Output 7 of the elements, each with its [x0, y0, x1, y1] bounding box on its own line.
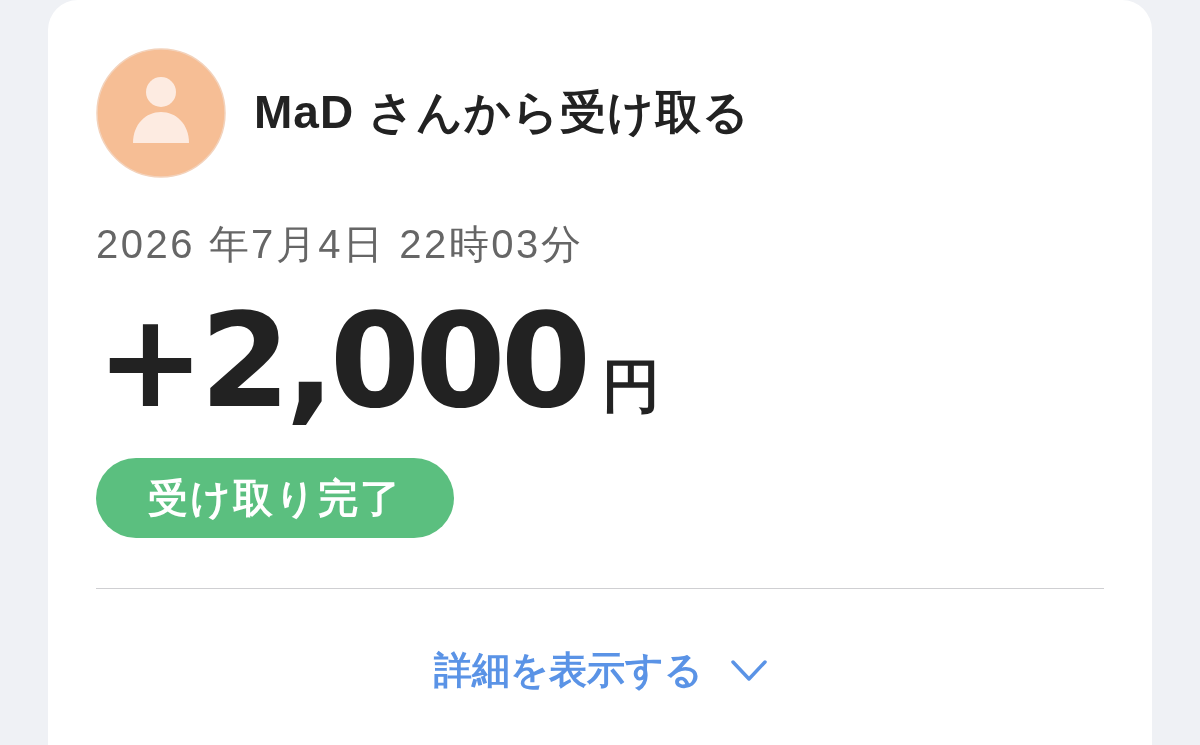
currency-unit: 円 [602, 352, 661, 420]
status-badge: 受け取り完了 [96, 458, 454, 538]
amount-value: +2,000 [96, 286, 587, 436]
avatar-icon [96, 48, 226, 178]
show-details-link[interactable]: 詳細を表示する [433, 641, 767, 700]
sender-title: MaD さんから受け取る [254, 85, 750, 140]
transaction-date: 2026 年7月4日 22時03分 [96, 224, 584, 264]
